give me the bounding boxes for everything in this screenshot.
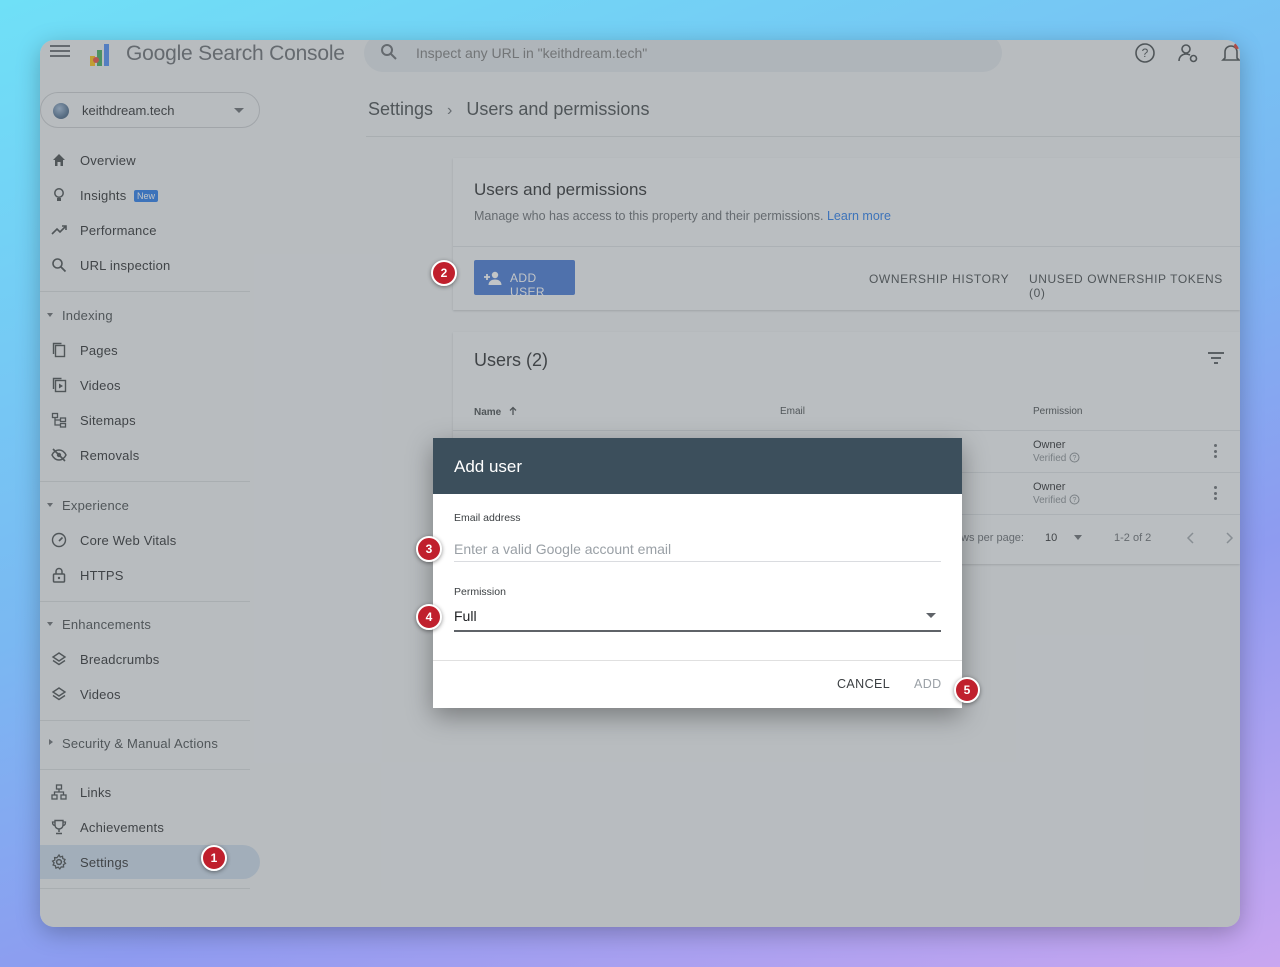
add-button[interactable]: ADD [914, 677, 942, 691]
step-marker-4: 4 [416, 604, 442, 630]
permission-select[interactable]: Full [454, 604, 941, 632]
dialog-header: Add user [433, 438, 962, 494]
search-console-window: Google Search Console ? keithdream.tech [40, 40, 1240, 927]
dialog-divider [433, 660, 962, 661]
add-user-dialog: Add user Email address Permission Full C… [433, 438, 962, 708]
dialog-title: Add user [454, 457, 523, 476]
email-field[interactable] [454, 536, 941, 562]
step-marker-5: 5 [954, 677, 980, 703]
step-marker-2: 2 [431, 260, 457, 286]
permission-selected-value: Full [454, 608, 477, 624]
email-label: Email address [454, 512, 521, 524]
step-marker-3: 3 [416, 536, 442, 562]
permission-label: Permission [454, 586, 506, 598]
cancel-button[interactable]: CANCEL [837, 677, 890, 691]
step-marker-1: 1 [201, 845, 227, 871]
chevron-down-icon [926, 613, 936, 618]
